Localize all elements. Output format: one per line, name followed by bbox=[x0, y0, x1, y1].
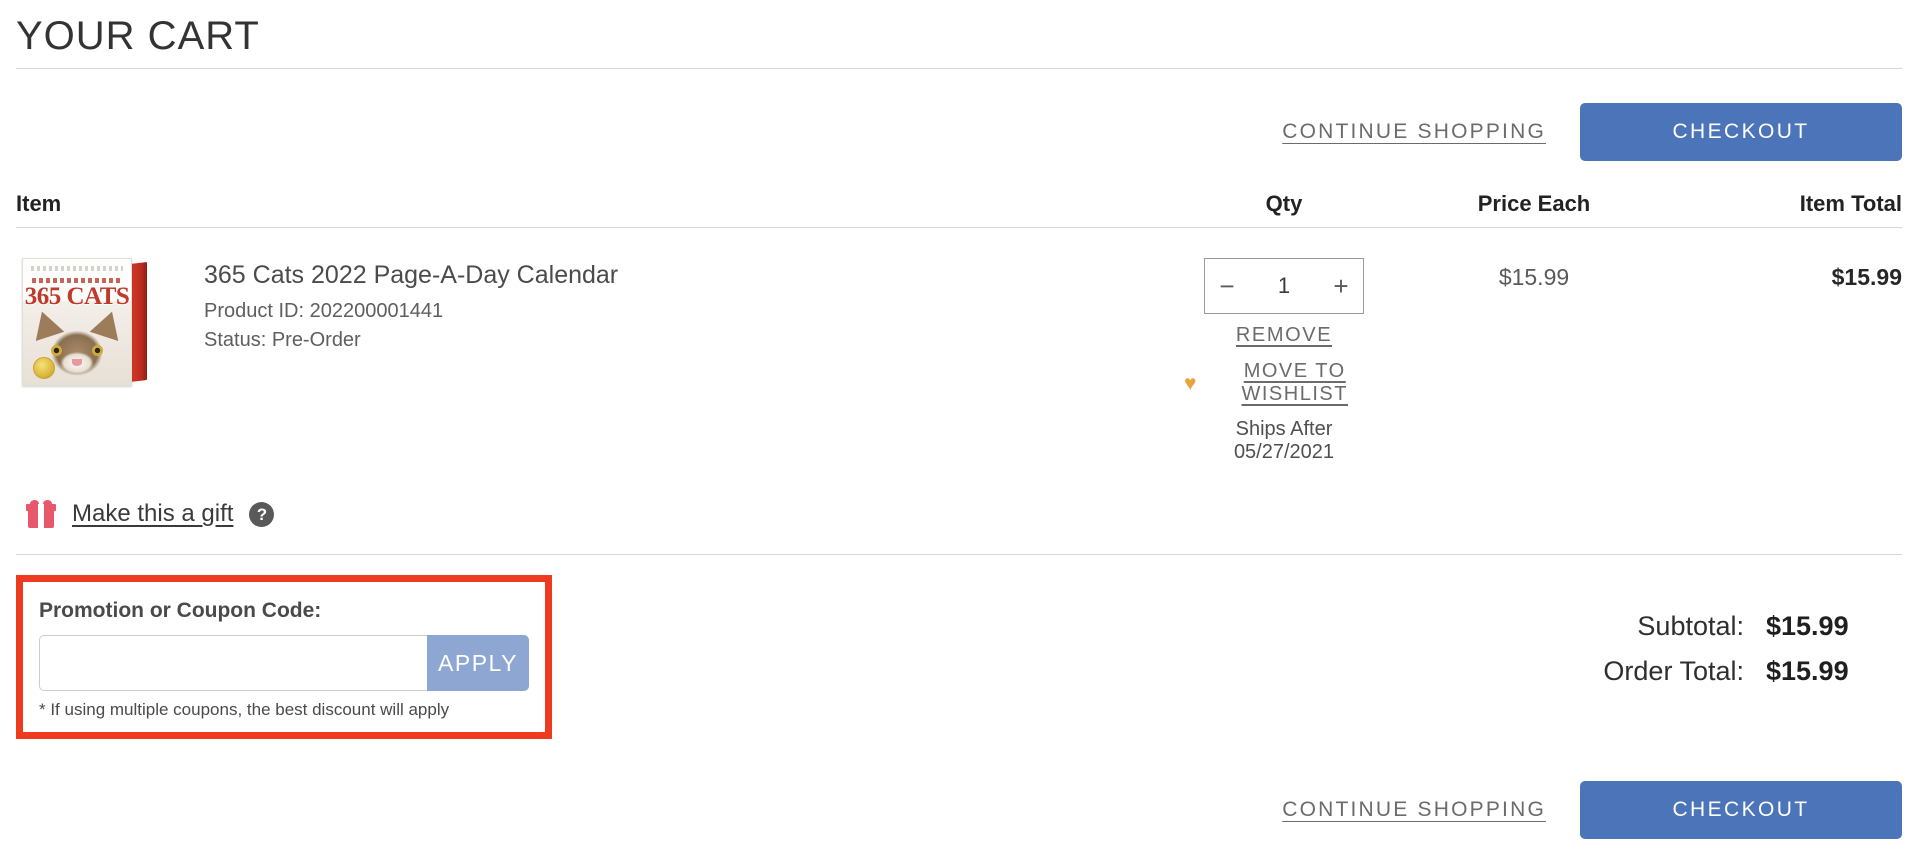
gift-ribbon bbox=[38, 504, 44, 528]
cat-eye-right bbox=[92, 345, 103, 356]
cat-ear-left bbox=[28, 307, 65, 341]
column-header-qty: Qty bbox=[1184, 191, 1384, 217]
product-id: Product ID: 202200001441 bbox=[204, 297, 1184, 326]
cart-summary-section: Promotion or Coupon Code: APPLY * If usi… bbox=[16, 555, 1902, 739]
coupon-panel: Promotion or Coupon Code: APPLY * If usi… bbox=[23, 582, 545, 732]
item-total-value: $15.99 bbox=[1684, 252, 1902, 291]
checkout-button-top[interactable]: CHECKOUT bbox=[1580, 103, 1902, 161]
product-name[interactable]: 365 Cats 2022 Page-A-Day Calendar bbox=[204, 260, 1184, 291]
order-total-row: Order Total: $15.99 bbox=[1603, 656, 1890, 687]
checkout-button-bottom[interactable]: CHECKOUT bbox=[1580, 781, 1902, 839]
gift-icon bbox=[26, 500, 56, 528]
column-header-price-each: Price Each bbox=[1384, 191, 1684, 217]
quantity-value: 1 bbox=[1249, 273, 1319, 299]
coupon-input[interactable] bbox=[39, 635, 427, 691]
apply-coupon-button[interactable]: APPLY bbox=[427, 635, 529, 691]
cart-actions-top: CONTINUE SHOPPING CHECKOUT bbox=[16, 69, 1902, 191]
make-this-a-gift-row[interactable]: Make this a gift ? bbox=[16, 464, 1902, 554]
order-totals: Subtotal: $15.99 Order Total: $15.99 bbox=[1603, 575, 1902, 701]
cat-eye-left bbox=[51, 345, 62, 356]
product-thumbnail-cell: 365 CATS bbox=[16, 252, 204, 386]
price-each-value: $15.99 bbox=[1384, 252, 1684, 291]
move-to-wishlist-row[interactable]: ♥ MOVE TO WISHLIST bbox=[1184, 360, 1384, 406]
page-title: YOUR CART bbox=[16, 0, 1902, 68]
remove-item-link[interactable]: REMOVE bbox=[1184, 324, 1384, 347]
ships-after-text: Ships After 05/27/2021 bbox=[1184, 418, 1384, 464]
subtotal-value: $15.99 bbox=[1766, 611, 1890, 642]
coupon-label: Promotion or Coupon Code: bbox=[39, 599, 529, 623]
quantity-increase-button[interactable]: + bbox=[1319, 259, 1363, 313]
cat-nose bbox=[72, 359, 82, 366]
coupon-field-group: APPLY bbox=[39, 635, 529, 691]
column-header-item: Item bbox=[16, 191, 1184, 217]
help-icon[interactable]: ? bbox=[249, 502, 274, 527]
subtotal-label: Subtotal: bbox=[1637, 611, 1744, 642]
cart-line-item: 365 CATS 365 Cats 2022 Page-A-Day Calend… bbox=[16, 228, 1902, 464]
product-status: Status: Pre-Order bbox=[204, 326, 1184, 355]
calendar-cover-topline bbox=[31, 266, 123, 271]
heart-icon: ♥ bbox=[1184, 373, 1196, 394]
move-to-wishlist-link[interactable]: MOVE TO WISHLIST bbox=[1205, 360, 1384, 406]
continue-shopping-link-top[interactable]: CONTINUE SHOPPING bbox=[1282, 120, 1546, 144]
coupon-highlight-box: Promotion or Coupon Code: APPLY * If usi… bbox=[16, 575, 552, 739]
cart-page: YOUR CART CONTINUE SHOPPING CHECKOUT Ite… bbox=[0, 0, 1918, 860]
quantity-cell: − 1 + REMOVE ♥ MOVE TO WISHLIST Ships Af… bbox=[1184, 252, 1384, 464]
cat-ear-right bbox=[90, 307, 127, 341]
gift-bow-right bbox=[43, 500, 52, 508]
calendar-box-front: 365 CATS bbox=[22, 258, 132, 386]
cart-actions-bottom: CONTINUE SHOPPING CHECKOUT bbox=[16, 739, 1902, 839]
calendar-box-side bbox=[130, 262, 147, 382]
make-this-a-gift-link[interactable]: Make this a gift bbox=[72, 500, 233, 528]
product-image-calendar-box[interactable]: 365 CATS bbox=[22, 258, 147, 386]
coupon-note: * If using multiple coupons, the best di… bbox=[39, 700, 529, 720]
calendar-cover-title: 365 CATS bbox=[23, 283, 131, 311]
subtotal-row: Subtotal: $15.99 bbox=[1603, 611, 1890, 642]
order-total-value: $15.99 bbox=[1766, 656, 1890, 687]
product-info-cell: 365 Cats 2022 Page-A-Day Calendar Produc… bbox=[204, 252, 1184, 355]
continue-shopping-link-bottom[interactable]: CONTINUE SHOPPING bbox=[1282, 798, 1546, 822]
quantity-stepper[interactable]: − 1 + bbox=[1204, 258, 1364, 314]
order-total-label: Order Total: bbox=[1603, 656, 1744, 687]
cart-table-header: Item Qty Price Each Item Total bbox=[16, 191, 1902, 227]
column-header-item-total: Item Total bbox=[1684, 191, 1902, 217]
award-seal-icon bbox=[33, 357, 55, 379]
quantity-decrease-button[interactable]: − bbox=[1205, 259, 1249, 313]
